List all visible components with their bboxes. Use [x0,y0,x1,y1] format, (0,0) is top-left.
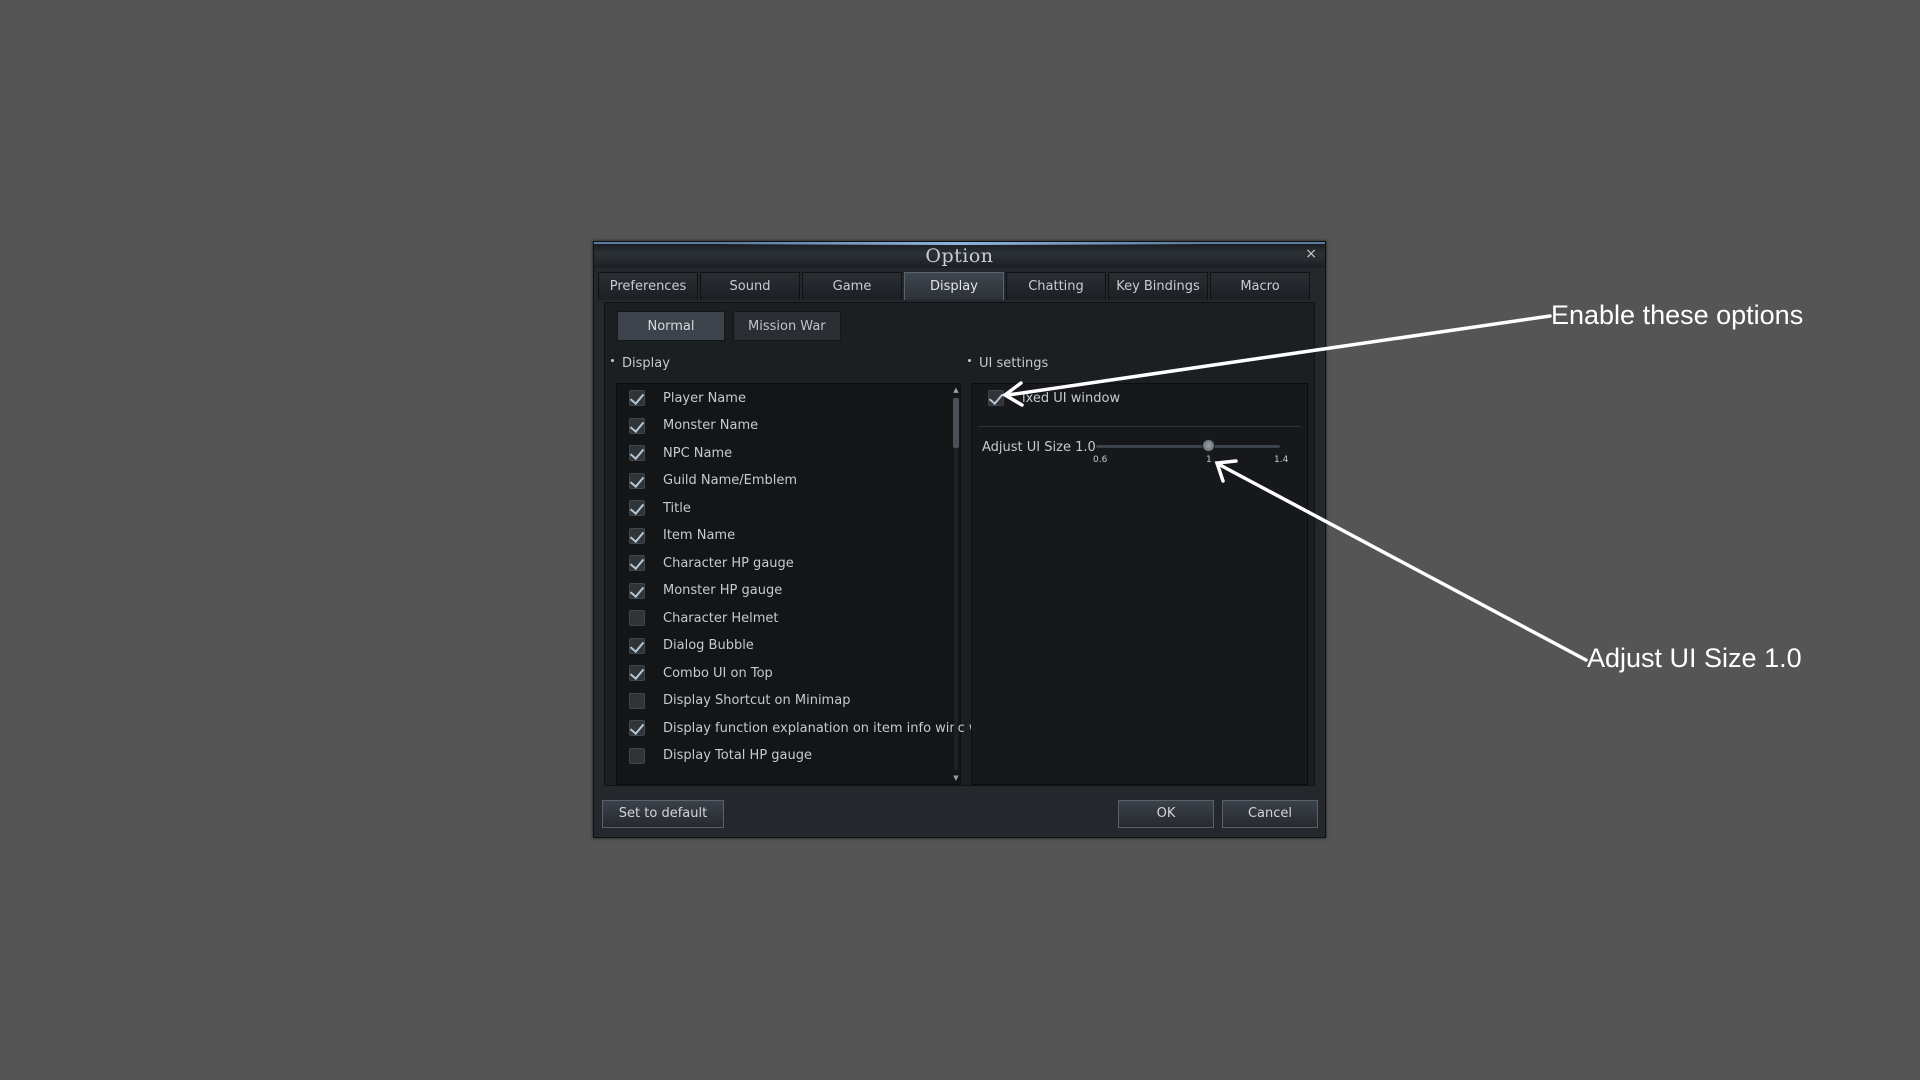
annotation-adjust-ui-size: Adjust UI Size 1.0 [1587,643,1802,673]
arrow-line-adjust [1218,463,1588,662]
annotation-arrows [1001,314,1588,662]
annotation-enable-options: Enable these options [1551,300,1804,330]
arrow-line-enable [1006,314,1552,397]
